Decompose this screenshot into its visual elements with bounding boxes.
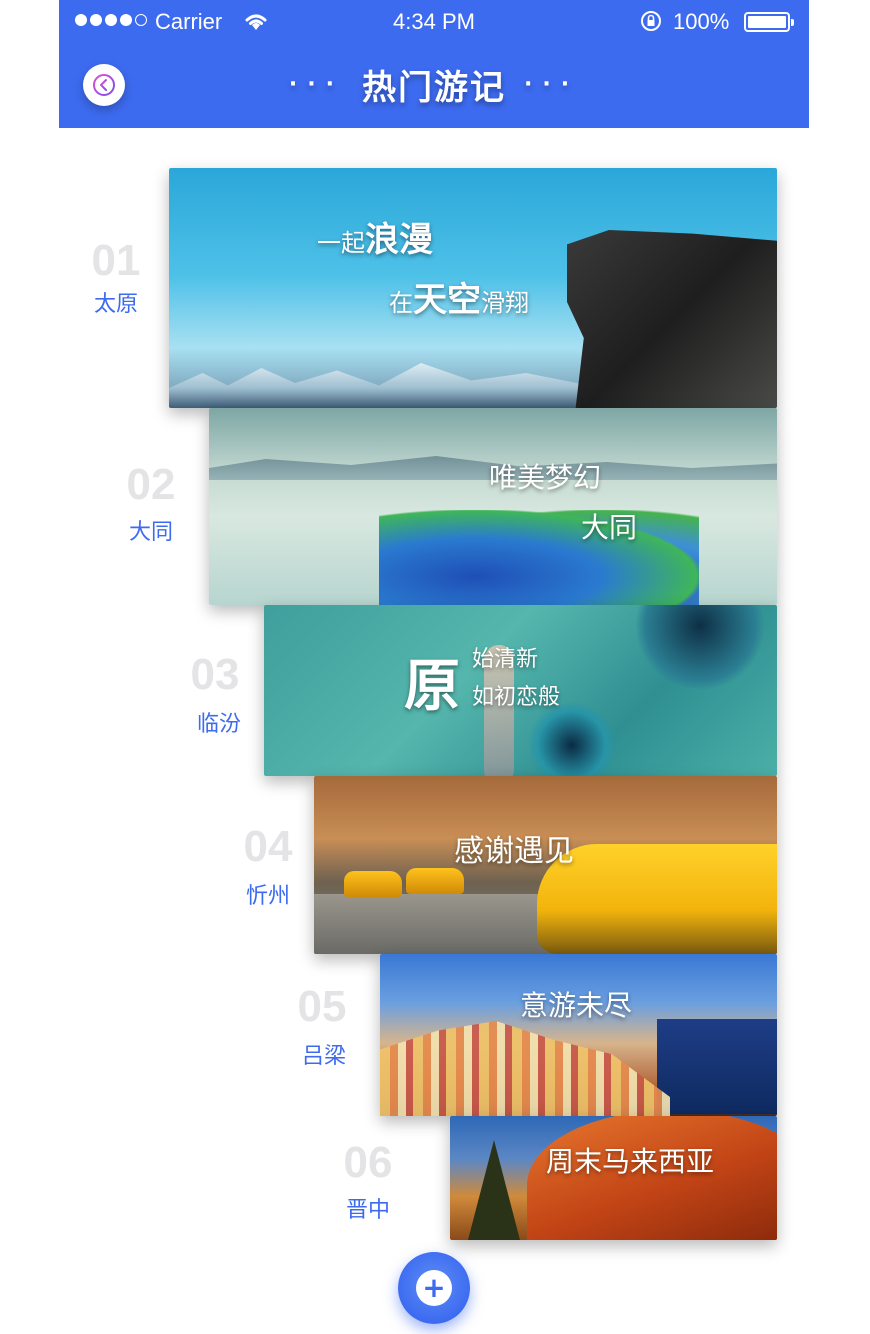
entry-number: 03: [190, 650, 240, 699]
entry-city: 临汾: [196, 712, 241, 737]
entry-city: 晋中: [345, 1198, 390, 1223]
town-image: [380, 1021, 670, 1116]
rotation-lock-icon: [639, 9, 663, 39]
taxi-image: [406, 868, 464, 894]
travel-card-jinzhong[interactable]: 周末马来西亚: [450, 1116, 777, 1240]
travel-card-xinzhou[interactable]: 感谢遇见: [314, 776, 777, 954]
card-caption-line1: 始清新: [472, 647, 539, 672]
entry-number: 04: [243, 822, 293, 871]
entry-city: 大同: [128, 520, 173, 545]
tree-image: [468, 1140, 520, 1240]
page-title: 热门游记: [362, 68, 506, 108]
travel-card-datong[interactable]: 唯美梦幻 大同: [209, 408, 777, 605]
entry-number: 05: [297, 982, 347, 1031]
card-caption-line2: 大同: [581, 511, 638, 544]
card-caption-line1: 感谢遇见: [454, 834, 574, 869]
taxi-image: [344, 871, 402, 897]
entry-city: 吕梁: [301, 1044, 346, 1069]
card-caption-line1: 一起浪漫: [317, 220, 433, 260]
entry-city: 太原: [93, 292, 138, 317]
title-dots-right: ···: [524, 72, 580, 97]
travel-card-taiyuan[interactable]: 一起浪漫 在天空滑翔: [169, 168, 777, 408]
add-button[interactable]: +: [398, 1252, 470, 1324]
navigation-bar: ··· 热门游记 ···: [59, 44, 809, 128]
page-title-wrap: ··· 热门游记 ···: [59, 60, 809, 109]
battery-icon: [744, 12, 794, 32]
plus-icon: +: [416, 1270, 452, 1306]
sea-image: [657, 1019, 777, 1114]
mountain-image: [169, 363, 589, 408]
card-caption-big-char: 原: [404, 654, 460, 719]
rocks-image: [379, 510, 699, 605]
battery-percentage: 100%: [673, 9, 730, 34]
entry-number: 02: [126, 460, 176, 509]
entry-number: 01: [91, 236, 141, 285]
status-bar: Carrier 4:34 PM 100%: [59, 0, 809, 44]
travel-card-linfen[interactable]: 原 始清新 如初恋般: [264, 605, 777, 776]
card-caption-line2: 如初恋般: [472, 685, 561, 710]
cliff-image: [567, 230, 777, 408]
card-caption-line2: 在天空滑翔: [389, 280, 529, 320]
card-caption-line1: 唯美梦幻: [489, 461, 602, 494]
entry-city: 忻州: [245, 884, 290, 909]
title-dots-left: ···: [288, 72, 344, 97]
card-caption-line1: 意游未尽: [520, 989, 633, 1022]
entry-number: 06: [343, 1138, 393, 1187]
travel-card-lvliang[interactable]: 意游未尽: [380, 954, 777, 1116]
top-bar: Carrier 4:34 PM 100% ··· 热门游记 ···: [59, 0, 809, 128]
card-caption-line1: 周末马来西亚: [546, 1145, 715, 1178]
